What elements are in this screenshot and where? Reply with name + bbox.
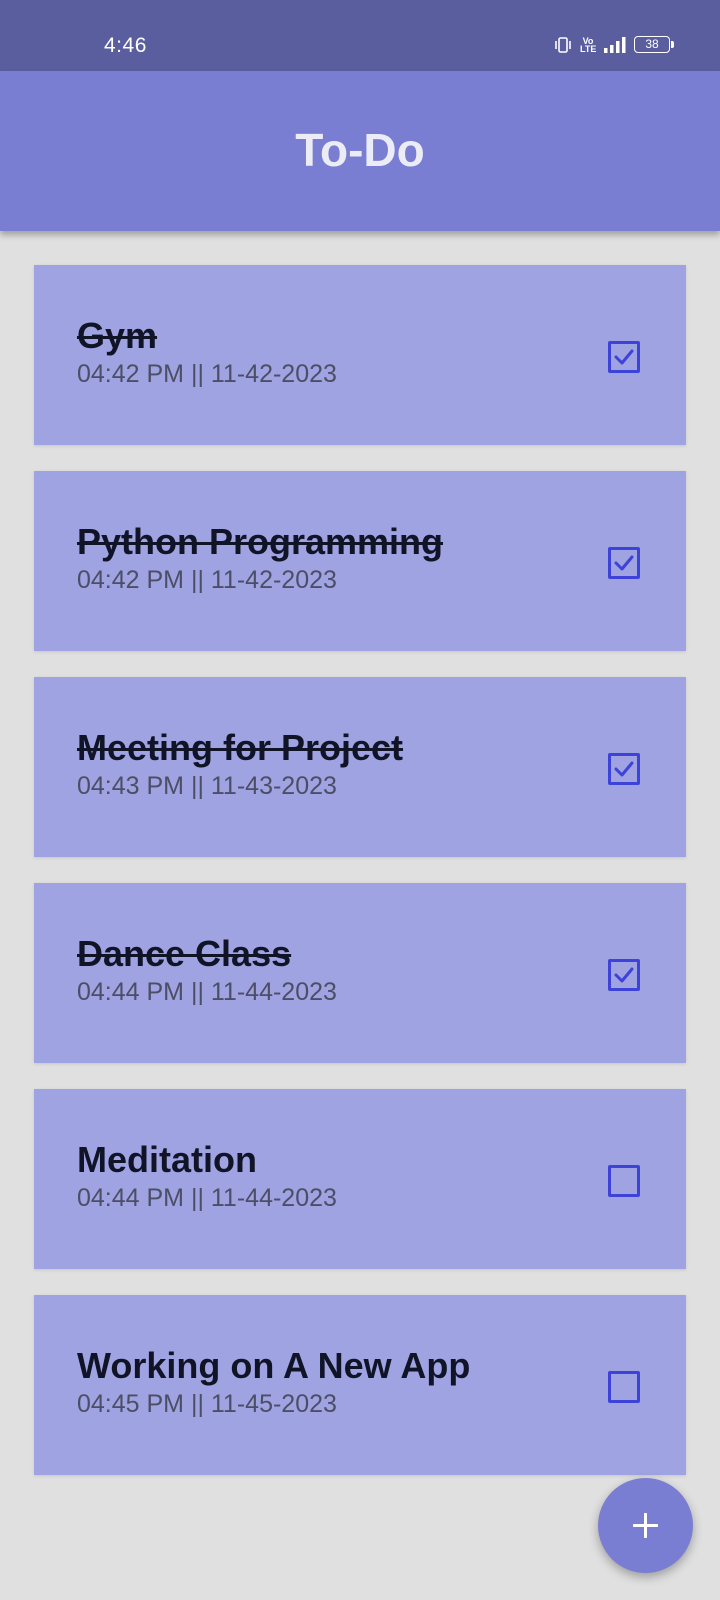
todo-title: Meditation — [77, 1139, 257, 1180]
todo-title: Meeting for Project — [77, 727, 404, 768]
todo-checkbox[interactable] — [608, 547, 640, 579]
todo-checkbox[interactable] — [608, 1371, 640, 1403]
todo-item[interactable]: Working on A New App 04:45 PM || 11-45-2… — [34, 1295, 686, 1475]
todo-timestamp: 04:44 PM || 11-44-2023 — [77, 978, 337, 1006]
todo-title: Gym — [77, 315, 158, 356]
battery-icon: 38 — [634, 36, 674, 53]
app-bar: To-Do — [0, 71, 720, 231]
plus-icon — [633, 1513, 658, 1538]
todo-timestamp: 04:45 PM || 11-45-2023 — [77, 1390, 337, 1418]
todo-timestamp: 04:42 PM || 11-42-2023 — [77, 566, 337, 594]
status-icons: Vo LTE 38 — [554, 35, 674, 54]
status-bar: 4:46 Vo LTE 38 — [0, 0, 720, 71]
todo-checkbox[interactable] — [608, 341, 640, 373]
todo-checkbox[interactable] — [608, 959, 640, 991]
todo-title: Working on A New App — [77, 1345, 471, 1386]
todo-item[interactable]: Python Programming 04:42 PM || 11-42-202… — [34, 471, 686, 651]
volte-icon: Vo LTE — [580, 35, 597, 54]
todo-item[interactable]: Meeting for Project 04:43 PM || 11-43-20… — [34, 677, 686, 857]
todo-item[interactable]: Meditation 04:44 PM || 11-44-2023 — [34, 1089, 686, 1269]
todo-checkbox[interactable] — [608, 753, 640, 785]
status-time: 4:46 — [104, 34, 147, 57]
todo-timestamp: 04:42 PM || 11-42-2023 — [77, 360, 337, 388]
signal-icon — [604, 36, 626, 53]
page-title: To-Do — [295, 124, 425, 176]
todo-item[interactable]: Dance Class 04:44 PM || 11-44-2023 — [34, 883, 686, 1063]
todo-item[interactable]: Gym 04:42 PM || 11-42-2023 — [34, 265, 686, 445]
check-icon — [614, 349, 634, 365]
check-icon — [614, 761, 634, 777]
todo-title: Dance Class — [77, 933, 292, 974]
todo-list: Gym 04:42 PM || 11-42-2023 Python Progra… — [34, 265, 686, 1501]
todo-timestamp: 04:44 PM || 11-44-2023 — [77, 1184, 337, 1212]
vibrate-icon — [554, 36, 572, 53]
todo-title: Python Programming — [77, 521, 444, 562]
add-todo-button[interactable] — [598, 1478, 693, 1573]
todo-timestamp: 04:43 PM || 11-43-2023 — [77, 772, 337, 800]
check-icon — [614, 555, 634, 571]
todo-checkbox[interactable] — [608, 1165, 640, 1197]
check-icon — [614, 967, 634, 983]
